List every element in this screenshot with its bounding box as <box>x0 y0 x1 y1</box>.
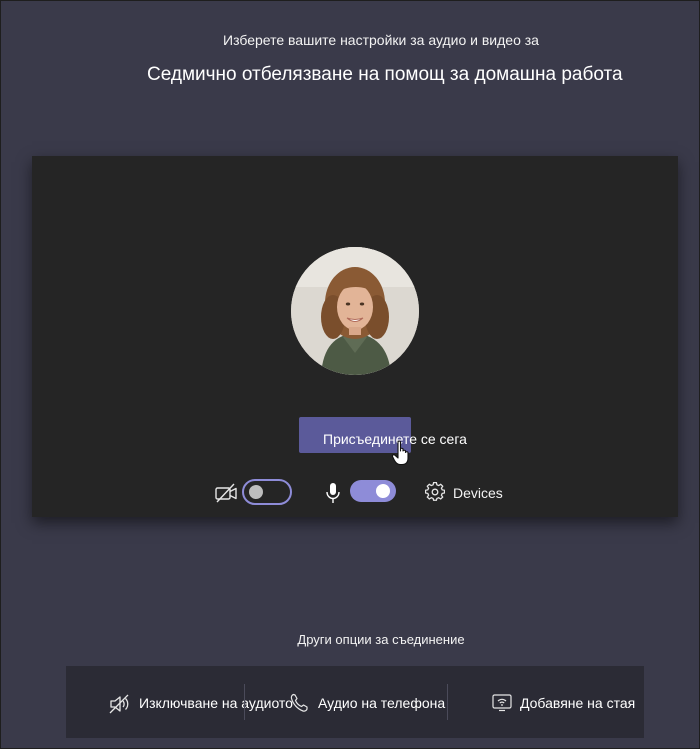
camera-toggle-knob <box>249 485 263 499</box>
phone-audio-option[interactable]: Аудио на телефона <box>318 695 445 711</box>
meeting-title: Седмично отбелязване на помощ за домашна… <box>147 64 623 85</box>
avatar <box>291 247 419 375</box>
camera-off-icon <box>215 483 237 503</box>
options-divider <box>244 684 245 720</box>
camera-toggle[interactable] <box>242 479 292 505</box>
microphone-icon <box>326 483 340 503</box>
speaker-off-icon <box>109 694 129 714</box>
options-divider <box>447 684 448 720</box>
microphone-toggle-knob <box>376 484 390 498</box>
settings-subtitle: Изберете вашите настройки за аудио и вид… <box>223 32 539 48</box>
gear-icon[interactable] <box>425 482 445 502</box>
turn-off-audio-option[interactable]: Изключване на аудиото <box>139 695 293 711</box>
hand-cursor-icon <box>391 440 409 466</box>
microphone-toggle[interactable] <box>350 480 396 502</box>
pre-join-screen: Изберете вашите настройки за аудио и вид… <box>0 0 700 749</box>
other-join-options-heading: Други опции за съединение <box>297 632 465 647</box>
phone-icon <box>290 693 308 712</box>
devices-button[interactable]: Devices <box>453 485 503 501</box>
other-join-options-bar: Изключване на аудиото Аудио на телефона … <box>66 666 644 738</box>
video-preview-panel: Присъединете се сега Devices <box>32 156 678 517</box>
add-room-option[interactable]: Добавяне на стая <box>520 695 635 711</box>
room-cast-icon <box>492 694 512 712</box>
